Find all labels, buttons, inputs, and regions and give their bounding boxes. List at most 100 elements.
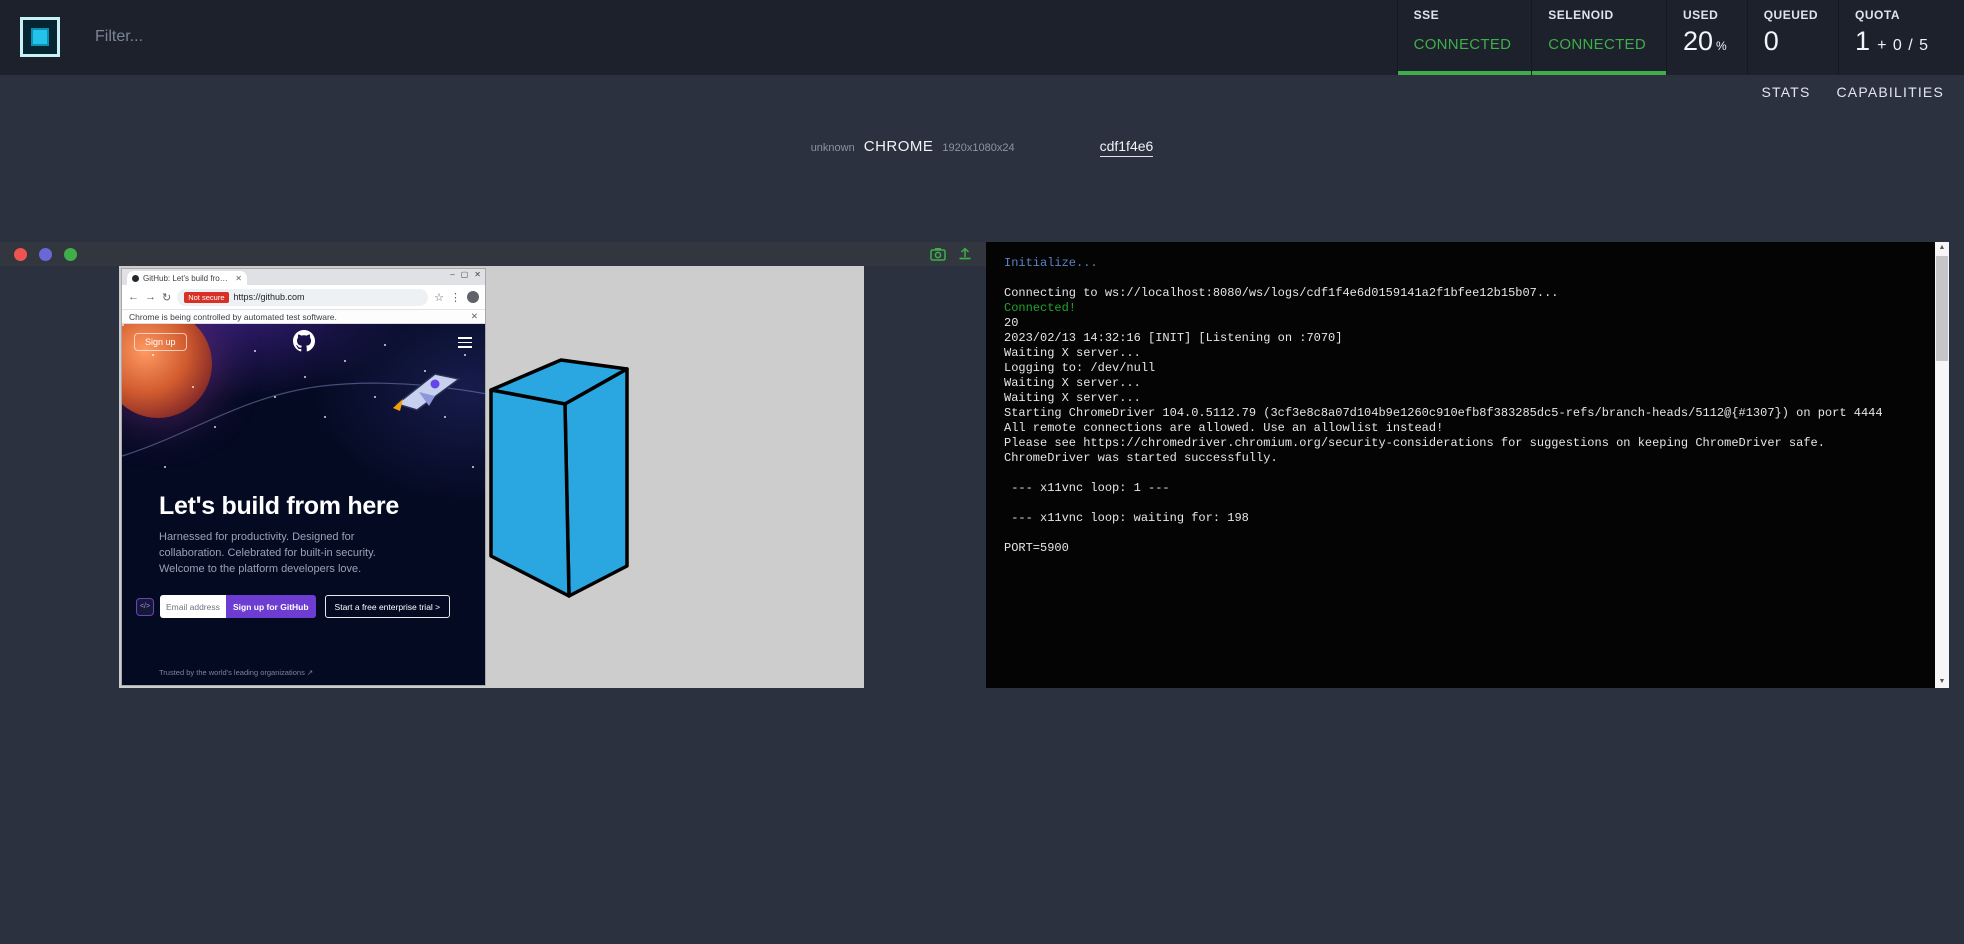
- log-line: [1004, 496, 1925, 511]
- log-line: [1004, 466, 1925, 481]
- quota-extra: + 0 / 5: [1877, 37, 1929, 55]
- vnc-panel: GitHub: Let's build from here ✕ – ▢ ✕ ← …: [0, 242, 986, 688]
- scroll-up-icon[interactable]: ▲: [1935, 242, 1949, 254]
- log-line: Starting ChromeDriver 104.0.5112.79 (3cf…: [1004, 406, 1925, 421]
- code-chip-icon: </>: [136, 598, 154, 616]
- session-row: unknown CHROME 1920x1080x24 cdf1f4e6: [0, 138, 1964, 157]
- close-button[interactable]: [14, 248, 27, 261]
- email-input[interactable]: Email address: [160, 595, 226, 618]
- log-line: Please see https://chromedriver.chromium…: [1004, 436, 1925, 451]
- tab-stats[interactable]: STATS: [1761, 84, 1810, 100]
- log-line: Logging to: /dev/null: [1004, 361, 1925, 376]
- filter-input[interactable]: [95, 22, 415, 52]
- window-controls: – ▢ ✕: [450, 270, 481, 279]
- status-label: SELENOID: [1548, 8, 1646, 22]
- status-label: QUEUED: [1764, 8, 1818, 22]
- reload-icon[interactable]: ↻: [162, 291, 171, 304]
- not-secure-badge: Not secure: [184, 292, 228, 303]
- header: SSE CONNECTED SELENOID CONNECTED USED 20…: [0, 0, 1964, 75]
- log-line: Initialize...: [1004, 256, 1925, 271]
- close-icon[interactable]: ✕: [474, 270, 481, 279]
- vnc-actions: [930, 247, 972, 261]
- spaceship-illustration: [389, 366, 467, 418]
- status-queued: QUEUED 0: [1747, 0, 1838, 75]
- minimize-button[interactable]: [39, 248, 52, 261]
- maximize-button[interactable]: [64, 248, 77, 261]
- close-tab-icon[interactable]: ✕: [235, 274, 242, 283]
- log-line: 20: [1004, 316, 1925, 331]
- back-icon[interactable]: ←: [128, 291, 139, 303]
- hamburger-icon[interactable]: [458, 337, 472, 351]
- log-line: Connected!: [1004, 301, 1925, 316]
- log-line: [1004, 526, 1925, 541]
- favicon-icon: [132, 275, 139, 282]
- log-line: Waiting X server...: [1004, 391, 1925, 406]
- url-text: https://github.com: [234, 292, 305, 302]
- session-browser: CHROME: [864, 138, 934, 155]
- connected-underline: [1398, 71, 1532, 75]
- hero-subtext: Harnessed for productivity. Designed for…: [159, 530, 417, 578]
- upload-icon[interactable]: [958, 247, 972, 261]
- logo: [20, 17, 60, 57]
- status-quota: QUOTA 1 + 0 / 5: [1838, 0, 1949, 75]
- log-line: ChromeDriver was started successfully.: [1004, 451, 1925, 466]
- quota-value: 1: [1855, 26, 1870, 57]
- tab-title: GitHub: Let's build from here: [143, 274, 231, 283]
- github-signup-button[interactable]: Sign up: [134, 333, 187, 351]
- used-unit: %: [1716, 39, 1727, 53]
- vnc-screen[interactable]: GitHub: Let's build from here ✕ – ▢ ✕ ← …: [119, 266, 864, 688]
- tab-capabilities[interactable]: CAPABILITIES: [1836, 84, 1944, 100]
- status-sse: SSE CONNECTED: [1397, 0, 1532, 75]
- used-value: 20: [1683, 26, 1713, 57]
- log-line: 2023/02/13 14:32:16 [INIT] [Listening on…: [1004, 331, 1925, 346]
- vnc-titlebar: [0, 242, 986, 266]
- session-resolution: 1920x1080x24: [942, 142, 1014, 154]
- address-bar[interactable]: Not secure https://github.com: [177, 289, 428, 306]
- log-line: Waiting X server...: [1004, 376, 1925, 391]
- scroll-down-icon[interactable]: ▼: [1935, 676, 1949, 688]
- bookmark-star-icon[interactable]: ☆: [434, 291, 444, 304]
- infobar-text: Chrome is being controlled by automated …: [129, 312, 337, 322]
- camera-icon[interactable]: [930, 247, 946, 261]
- log-line: All remote connections are allowed. Use …: [1004, 421, 1925, 436]
- cube-drawing: [487, 358, 637, 608]
- github-page: Sign up Let's build from here Harnessed …: [122, 324, 485, 685]
- browser-toolbar: ← → ↻ Not secure https://github.com ☆ ⋮: [122, 285, 485, 310]
- github-logo-icon: [293, 330, 315, 352]
- session-id-link[interactable]: cdf1f4e6: [1100, 138, 1154, 157]
- minimize-icon[interactable]: –: [450, 270, 454, 279]
- cta-row: </> Email address Sign up for GitHub Sta…: [136, 595, 450, 618]
- log-line: --- x11vnc loop: 1 ---: [1004, 481, 1925, 496]
- view-tabs: STATS CAPABILITIES: [1761, 84, 1944, 100]
- menu-kebab-icon[interactable]: ⋮: [450, 291, 461, 304]
- infobar-close-icon[interactable]: ✕: [471, 311, 478, 322]
- logo-icon: [31, 28, 49, 46]
- remote-browser-window: GitHub: Let's build from here ✕ – ▢ ✕ ← …: [121, 268, 486, 686]
- hero-heading: Let's build from here: [159, 492, 399, 521]
- session-quota: unknown: [811, 142, 855, 154]
- browser-tabstrip: GitHub: Let's build from here ✕ – ▢ ✕: [122, 269, 485, 285]
- scrollbar-thumb[interactable]: [1936, 256, 1948, 361]
- profile-avatar[interactable]: [467, 291, 479, 303]
- status-panel: SSE CONNECTED SELENOID CONNECTED USED 20…: [1397, 0, 1949, 75]
- log-line: Waiting X server...: [1004, 346, 1925, 361]
- status-label: SSE: [1414, 8, 1512, 22]
- browser-tab[interactable]: GitHub: Let's build from here ✕: [127, 271, 247, 285]
- trusted-note: Trusted by the world's leading organizat…: [159, 668, 313, 677]
- automation-infobar: Chrome is being controlled by automated …: [122, 310, 485, 324]
- queued-value: 0: [1764, 26, 1779, 57]
- signup-for-github-button[interactable]: Sign up for GitHub: [226, 595, 316, 618]
- session-log: Initialize... Connecting to ws://localho…: [986, 242, 1935, 688]
- status-label: USED: [1683, 8, 1727, 22]
- log-scrollbar[interactable]: ▲ ▼: [1935, 242, 1949, 688]
- enterprise-trial-button[interactable]: Start a free enterprise trial >: [325, 595, 451, 618]
- log-line: PORT=5900: [1004, 541, 1925, 556]
- restore-icon[interactable]: ▢: [461, 270, 469, 279]
- status-value: CONNECTED: [1548, 36, 1646, 53]
- log-line: [1004, 271, 1925, 286]
- connected-underline: [1532, 71, 1666, 75]
- forward-icon[interactable]: →: [145, 291, 156, 303]
- log-line: --- x11vnc loop: waiting for: 198: [1004, 511, 1925, 526]
- log-line: Connecting to ws://localhost:8080/ws/log…: [1004, 286, 1925, 301]
- status-used: USED 20 %: [1666, 0, 1747, 75]
